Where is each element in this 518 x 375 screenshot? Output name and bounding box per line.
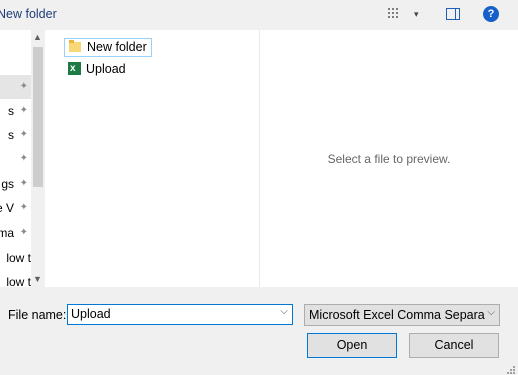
dialog-footer: File name: Upload ⌵ Microsoft Excel Comm… [0,287,518,375]
file-name-label: File name: [8,308,67,322]
file-type-value: Microsoft Excel Comma Separa [309,308,485,322]
pin-icon: ✦ [19,153,28,164]
nav-item[interactable]: s ✦ [0,99,31,123]
navigation-scrollbar[interactable]: ▲ ▼ [31,30,45,287]
new-folder-button[interactable]: New folder [0,7,57,21]
nav-item[interactable]: e V ✦ [0,196,31,220]
nav-item[interactable]: low t [0,270,31,287]
pin-icon: ✦ [19,105,28,116]
resize-grip-icon[interactable] [507,366,516,374]
preview-pane-icon[interactable] [446,8,460,20]
excel-file-icon [68,59,81,78]
pin-icon: ✦ [19,202,28,213]
nav-item-label: s [8,128,14,142]
scroll-down-icon[interactable]: ▼ [33,274,42,284]
file-item-upload[interactable]: Upload [64,59,130,79]
nav-item[interactable]: gs ✦ [0,172,31,196]
file-type-select[interactable]: Microsoft Excel Comma Separa ⌵ [304,304,500,326]
pin-icon: ✦ [19,129,28,140]
main-area: ✦ s ✦ s ✦ ✦ gs ✦ e V ✦ ma ✦ low t l [0,30,518,287]
nav-item[interactable]: ✦ [0,147,31,171]
nav-item-label: low t [6,251,31,265]
folder-icon [69,40,81,52]
nav-item[interactable]: low t [0,246,31,270]
file-name: Upload [86,62,126,76]
pin-icon: ✦ [19,178,28,189]
nav-item[interactable]: s ✦ [0,123,31,147]
open-button[interactable]: Open [307,333,397,358]
nav-item-label: s [8,104,14,118]
scroll-up-icon[interactable]: ▲ [33,32,42,42]
file-item-new-folder[interactable]: New folder [64,38,152,57]
pin-icon: ✦ [19,81,28,92]
grid-view-icon[interactable] [388,8,402,22]
pin-icon: ✦ [19,227,28,238]
chevron-down-icon[interactable]: ⌵ [485,307,495,318]
toolbar: New folder ▾ ? [0,0,518,30]
nav-item-label: gs [1,177,14,191]
nav-item-label: low t [6,275,31,287]
file-name-value[interactable]: Upload [71,307,111,321]
help-icon[interactable]: ? [483,6,499,22]
scrollbar-thumb[interactable] [33,47,43,187]
view-options-chevron-icon[interactable]: ▾ [414,9,419,20]
file-list: New folder Upload [45,30,259,287]
nav-item-label: ma [0,226,14,240]
nav-item-label: e V [0,201,14,215]
preview-message: Select a file to preview. [327,152,451,166]
file-name-input[interactable]: Upload ⌵ [67,304,293,325]
nav-item[interactable]: ma ✦ [0,221,31,245]
navigation-pane: ✦ s ✦ s ✦ ✦ gs ✦ e V ✦ ma ✦ low t l [0,30,31,287]
cancel-button[interactable]: Cancel [409,333,499,358]
chevron-down-icon[interactable]: ⌵ [280,306,288,317]
file-name: New folder [87,40,147,54]
nav-item[interactable]: ✦ [0,75,31,99]
preview-pane: Select a file to preview. [260,30,518,287]
